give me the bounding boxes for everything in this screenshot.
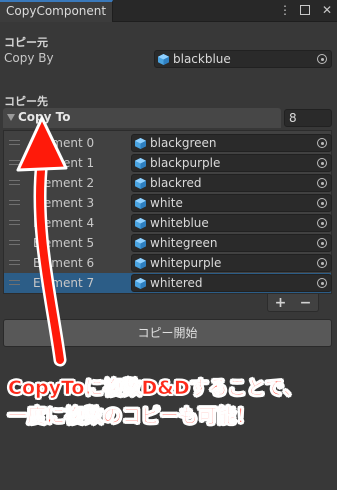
start-copy-button[interactable]: コピー開始: [3, 319, 332, 347]
foldout-arrow-icon[interactable]: [7, 114, 15, 121]
object-picker-icon[interactable]: [317, 238, 327, 248]
list-element-row[interactable]: Element 5 whitegreen: [4, 233, 332, 253]
list-element-row[interactable]: Element 0 blackgreen: [4, 133, 332, 153]
object-picker-icon[interactable]: [317, 218, 327, 228]
add-element-button[interactable]: +: [275, 295, 287, 311]
element-object-field[interactable]: whitered: [131, 274, 332, 292]
list-size-field[interactable]: 8: [284, 109, 332, 127]
maximize-icon[interactable]: [300, 2, 312, 18]
prefab-cube-icon: [135, 257, 146, 269]
drag-handle-icon[interactable]: [9, 200, 20, 205]
window-controls: ⋮ ✕: [279, 2, 333, 18]
copy-by-value: blackblue: [173, 52, 231, 66]
prefab-cube-icon: [135, 157, 146, 169]
source-section-title: コピー元: [4, 36, 48, 49]
list-element-row[interactable]: Element 6 whitepurple: [4, 253, 332, 273]
object-picker-icon[interactable]: [317, 258, 327, 268]
annotation-line-1: CopyToに複数D&Dすることで、: [8, 377, 303, 400]
list-element-row[interactable]: Element 7 whitered: [4, 273, 332, 293]
tab-copy-component[interactable]: CopyComponent: [0, 0, 113, 22]
element-label: Element 3: [33, 196, 95, 210]
annotation-callout: CopyToに複数D&Dすることで、 一度に複数のコピーも可能！: [0, 365, 337, 428]
tab-bar: CopyComponent ⋮ ✕: [0, 0, 337, 22]
prefab-cube-icon: [135, 197, 146, 209]
element-label: Element 2: [33, 176, 95, 190]
element-value: blackgreen: [150, 136, 217, 150]
element-object-field[interactable]: blackgreen: [131, 134, 332, 152]
element-object-field[interactable]: whitepurple: [131, 254, 332, 272]
element-label: Element 5: [33, 236, 95, 250]
remove-element-button[interactable]: −: [300, 295, 312, 311]
element-label: Element 1: [33, 156, 95, 170]
tab-title: CopyComponent: [6, 4, 107, 18]
element-value: whitegreen: [150, 236, 218, 250]
element-label: Element 7: [33, 276, 95, 290]
drag-handle-icon[interactable]: [9, 260, 20, 265]
list-add-remove: + −: [267, 294, 319, 312]
list-element-row[interactable]: Element 4 whiteblue: [4, 213, 332, 233]
object-picker-icon[interactable]: [317, 158, 327, 168]
element-value: blackpurple: [150, 156, 221, 170]
list-element-row[interactable]: Element 2 blackred: [4, 173, 332, 193]
destination-section-title: コピー先: [4, 95, 48, 108]
object-picker-icon[interactable]: [317, 198, 327, 208]
copy-by-field[interactable]: blackblue: [154, 50, 332, 68]
element-object-field[interactable]: whiteblue: [131, 214, 332, 232]
element-label: Element 0: [33, 136, 95, 150]
list-element-row[interactable]: Element 3 white: [4, 193, 332, 213]
element-object-field[interactable]: white: [131, 194, 332, 212]
element-value: whitered: [150, 276, 203, 290]
prefab-cube-icon: [135, 137, 146, 149]
drag-handle-icon[interactable]: [9, 180, 20, 185]
drag-handle-icon[interactable]: [9, 160, 20, 165]
prefab-cube-icon: [135, 177, 146, 189]
element-value: whiteblue: [150, 216, 209, 230]
prefab-cube-icon: [135, 277, 146, 289]
object-picker-icon[interactable]: [317, 178, 327, 188]
kebab-menu-icon[interactable]: ⋮: [279, 2, 291, 18]
object-picker-icon[interactable]: [317, 278, 327, 288]
drag-handle-icon[interactable]: [9, 240, 20, 245]
copy-to-label: Copy To: [18, 110, 71, 124]
drag-handle-icon[interactable]: [9, 140, 20, 145]
element-label: Element 6: [33, 256, 95, 270]
prefab-cube-icon: [135, 237, 146, 249]
prefab-cube-icon: [135, 217, 146, 229]
drag-handle-icon[interactable]: [9, 220, 20, 225]
element-object-field[interactable]: blackred: [131, 174, 332, 192]
prefab-cube-icon: [158, 53, 169, 65]
element-value: blackred: [150, 176, 202, 190]
object-picker-icon[interactable]: [317, 54, 327, 64]
element-value: white: [150, 196, 183, 210]
element-object-field[interactable]: whitegreen: [131, 234, 332, 252]
list-element-row[interactable]: Element 1 blackpurple: [4, 153, 332, 173]
element-label: Element 4: [33, 216, 95, 230]
close-icon[interactable]: ✕: [321, 2, 333, 18]
drag-handle-icon[interactable]: [9, 280, 20, 285]
element-object-field[interactable]: blackpurple: [131, 154, 332, 172]
element-value: whitepurple: [150, 256, 222, 270]
annotation-line-2: 一度に複数のコピーも可能！: [8, 405, 256, 428]
object-picker-icon[interactable]: [317, 138, 327, 148]
copy-by-label: Copy By: [4, 51, 54, 65]
copy-to-list-header[interactable]: Copy To: [3, 108, 281, 128]
